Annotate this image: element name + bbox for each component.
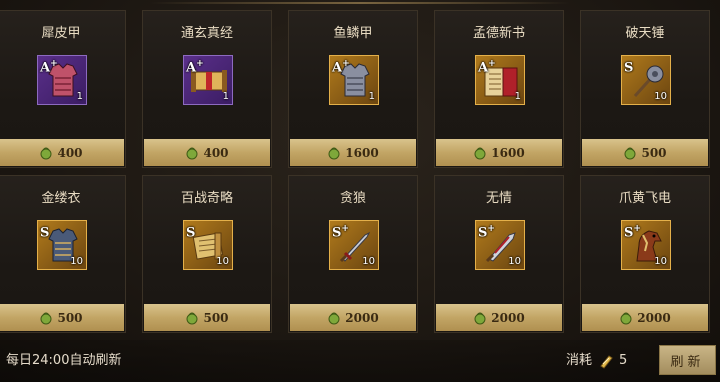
item-name: 孟德新书	[472, 26, 525, 41]
refresh-button[interactable]: 刷新	[659, 345, 716, 375]
item-slot[interactable]: S 10	[183, 220, 233, 270]
jade-coin-icon	[474, 312, 486, 324]
item-slot[interactable]: A+ 1	[183, 55, 233, 105]
item-slot[interactable]: S+ 10	[475, 220, 525, 270]
item-name: 破天锤	[625, 26, 665, 41]
item-name: 贪狼	[339, 191, 366, 206]
grade-badge: A+	[478, 59, 496, 76]
shop-item-card[interactable]: 鱼鳞甲 A+ 1 1600	[288, 10, 418, 168]
item-price: 2000	[491, 310, 525, 325]
item-slot[interactable]: A+ 1	[475, 55, 525, 105]
item-quantity: 10	[508, 256, 521, 267]
grade-badge: S+	[624, 224, 641, 241]
shop-item-card[interactable]: 无情 S+ 10 2000	[434, 175, 564, 333]
price-bar[interactable]: 2000	[436, 304, 562, 331]
item-name: 无情	[485, 191, 512, 206]
grade-badge: S	[40, 225, 50, 241]
item-quantity: 10	[70, 256, 83, 267]
jade-coin-icon	[328, 147, 340, 159]
item-name: 爪黄飞电	[618, 191, 671, 206]
jade-coin-icon	[40, 312, 52, 324]
price-bar[interactable]: 500	[144, 304, 270, 331]
item-slot[interactable]: A+ 1	[329, 55, 379, 105]
jade-coin-icon	[474, 147, 486, 159]
shop-item-card[interactable]: 百战奇略 S 10 500	[142, 175, 272, 333]
item-slot[interactable]: S+ 10	[329, 220, 379, 270]
shop-item-card[interactable]: 金缕衣 S 10 500	[0, 175, 126, 333]
item-quantity: 10	[654, 91, 667, 102]
grade-badge: A+	[332, 59, 350, 76]
item-quantity: 10	[362, 256, 375, 267]
price-bar[interactable]: 500	[0, 304, 124, 331]
cost-label: 消耗	[566, 353, 593, 368]
grade-badge: S+	[478, 224, 495, 241]
item-price: 400	[57, 145, 83, 160]
jade-coin-icon	[186, 147, 198, 159]
item-price: 1600	[491, 145, 525, 160]
grade-badge: S+	[332, 224, 349, 241]
gold-ticket-icon	[600, 355, 613, 369]
item-price: 500	[641, 145, 667, 160]
shop-item-card[interactable]: 破天锤 S 10 500	[580, 10, 710, 168]
cost-value: 5	[619, 353, 628, 368]
item-name: 犀皮甲	[41, 26, 81, 41]
price-bar[interactable]: 1600	[290, 139, 416, 166]
item-price: 500	[57, 310, 83, 325]
item-quantity: 1	[76, 91, 83, 102]
shop-item-card[interactable]: 通玄真经 A+ 1 400	[142, 10, 272, 168]
shop-item-card[interactable]: 孟德新书 A+ 1 1600	[434, 10, 564, 168]
item-price: 500	[203, 310, 229, 325]
grade-badge: S	[186, 225, 196, 241]
shop-item-card[interactable]: 贪狼 S+ 10 2000	[288, 175, 418, 333]
item-slot[interactable]: A+ 1	[37, 55, 87, 105]
price-bar[interactable]: 2000	[582, 304, 708, 331]
jade-coin-icon	[620, 312, 632, 324]
item-quantity: 1	[222, 91, 229, 102]
shop-item-card[interactable]: 爪黄飞电 S+ 10 2000	[580, 175, 710, 333]
grade-badge: A+	[40, 59, 58, 76]
price-bar[interactable]: 400	[144, 139, 270, 166]
jade-coin-icon	[624, 147, 636, 159]
top-divider	[150, 2, 570, 4]
item-name: 百战奇略	[180, 191, 233, 206]
item-slot[interactable]: S 10	[37, 220, 87, 270]
shop-item-card[interactable]: 犀皮甲 A+ 1 400	[0, 10, 126, 168]
item-name: 金缕衣	[41, 191, 81, 206]
jade-coin-icon	[40, 147, 52, 159]
price-bar[interactable]: 1600	[436, 139, 562, 166]
price-bar[interactable]: 2000	[290, 304, 416, 331]
item-price: 2000	[345, 310, 379, 325]
item-price: 1600	[345, 145, 379, 160]
auto-refresh-note: 每日24:00自动刷新	[6, 353, 122, 368]
item-quantity: 10	[654, 256, 667, 267]
jade-coin-icon	[186, 312, 198, 324]
item-quantity: 10	[216, 256, 229, 267]
item-price: 2000	[637, 310, 671, 325]
price-bar[interactable]: 400	[0, 139, 124, 166]
grade-badge: A+	[186, 59, 204, 76]
item-price: 400	[203, 145, 229, 160]
jade-coin-icon	[328, 312, 340, 324]
item-quantity: 1	[368, 91, 375, 102]
item-slot[interactable]: S+ 10	[621, 220, 671, 270]
item-name: 通玄真经	[180, 26, 233, 41]
price-bar[interactable]: 500	[582, 139, 708, 166]
item-quantity: 1	[514, 91, 521, 102]
item-name: 鱼鳞甲	[333, 26, 373, 41]
item-slot[interactable]: S 10	[621, 55, 671, 105]
grade-badge: S	[624, 60, 634, 76]
